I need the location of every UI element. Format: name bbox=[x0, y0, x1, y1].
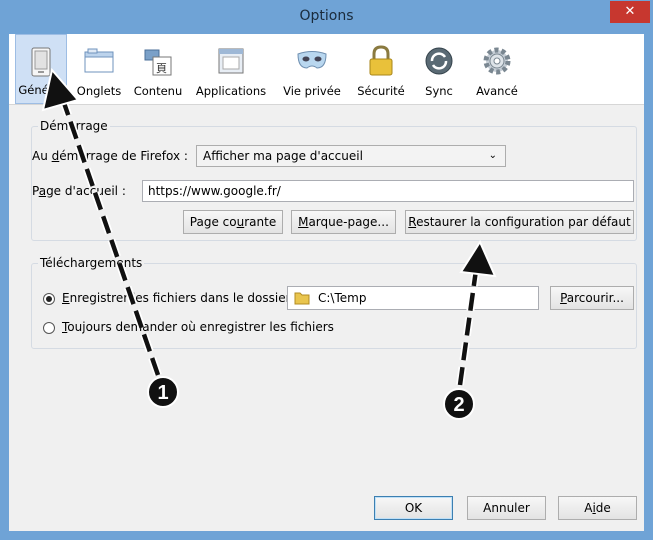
close-icon: ✕ bbox=[624, 4, 636, 19]
tab-security[interactable]: Sécurité bbox=[351, 34, 411, 104]
tab-content-label: Contenu bbox=[133, 84, 183, 98]
startup-when-label: Au démarrage de Firefox : bbox=[32, 149, 188, 163]
tab-content[interactable]: 頁 Contenu bbox=[129, 34, 187, 104]
tab-privacy[interactable]: Vie privée bbox=[277, 34, 347, 104]
startup-select-value: Afficher ma page d'accueil bbox=[203, 149, 363, 163]
options-window: Options ✕ Général Onglets 頁 Contenu Appl… bbox=[0, 0, 653, 540]
mask-icon bbox=[297, 51, 327, 69]
browse-button[interactable]: Parcourir... bbox=[550, 286, 634, 310]
downloads-legend: Téléchargements bbox=[38, 256, 145, 270]
tab-sync[interactable]: Sync bbox=[415, 34, 463, 104]
category-toolbar: Général Onglets 頁 Contenu Applications V… bbox=[9, 34, 644, 105]
home-page-label: Page d'accueil : bbox=[32, 184, 126, 198]
close-button[interactable]: ✕ bbox=[610, 1, 650, 23]
folder-icon bbox=[294, 292, 310, 305]
tab-security-label: Sécurité bbox=[357, 84, 405, 98]
cancel-button[interactable]: Annuler bbox=[467, 496, 546, 520]
download-folder-value: C:\Temp bbox=[318, 291, 367, 305]
startup-legend: Démarrage bbox=[38, 119, 110, 133]
use-bookmark-button[interactable]: Marque-page... bbox=[291, 210, 396, 234]
tab-tabs[interactable]: Onglets bbox=[71, 34, 127, 104]
lock-icon bbox=[369, 45, 393, 76]
tab-privacy-label: Vie privée bbox=[283, 84, 341, 98]
chevron-down-icon: ⌄ bbox=[488, 150, 497, 161]
always-ask-label: Toujours demander où enregistrer les fic… bbox=[62, 320, 334, 334]
tab-general-label: Général bbox=[18, 83, 64, 97]
ok-button[interactable]: OK bbox=[374, 496, 453, 520]
dialog-client: Général Onglets 頁 Contenu Applications V… bbox=[9, 34, 644, 531]
startup-select[interactable]: Afficher ma page d'accueil ⌄ bbox=[196, 145, 506, 167]
svg-text:頁: 頁 bbox=[156, 62, 167, 75]
tab-sync-label: Sync bbox=[425, 84, 453, 98]
applications-icon bbox=[218, 48, 244, 74]
tab-applications-label: Applications bbox=[195, 84, 267, 98]
download-folder-field[interactable]: C:\Temp bbox=[287, 286, 539, 310]
home-page-input[interactable]: https://www.google.fr/ bbox=[142, 180, 634, 202]
restore-default-button[interactable]: Restaurer la configuration par défaut bbox=[405, 210, 634, 234]
window-title: Options bbox=[299, 8, 354, 24]
tab-advanced-label: Avancé bbox=[476, 84, 518, 98]
tab-applications[interactable]: Applications bbox=[191, 34, 271, 104]
sync-icon bbox=[425, 47, 453, 75]
title-bar: Options ✕ bbox=[0, 0, 653, 34]
save-to-folder-radio[interactable] bbox=[43, 293, 55, 305]
save-to-folder-label: Enregistrer les fichiers dans le dossier bbox=[62, 291, 291, 305]
use-current-page-button[interactable]: Page courante bbox=[183, 210, 283, 234]
general-icon bbox=[31, 47, 51, 77]
tabs-icon bbox=[84, 48, 114, 73]
gear-icon bbox=[483, 47, 511, 75]
content-icon: 頁 bbox=[144, 49, 172, 76]
tab-advanced[interactable]: Avancé bbox=[467, 34, 527, 104]
help-button[interactable]: Aide bbox=[558, 496, 637, 520]
tab-general[interactable]: Général bbox=[15, 34, 67, 104]
always-ask-radio[interactable] bbox=[43, 322, 55, 334]
tab-tabs-label: Onglets bbox=[76, 84, 122, 98]
